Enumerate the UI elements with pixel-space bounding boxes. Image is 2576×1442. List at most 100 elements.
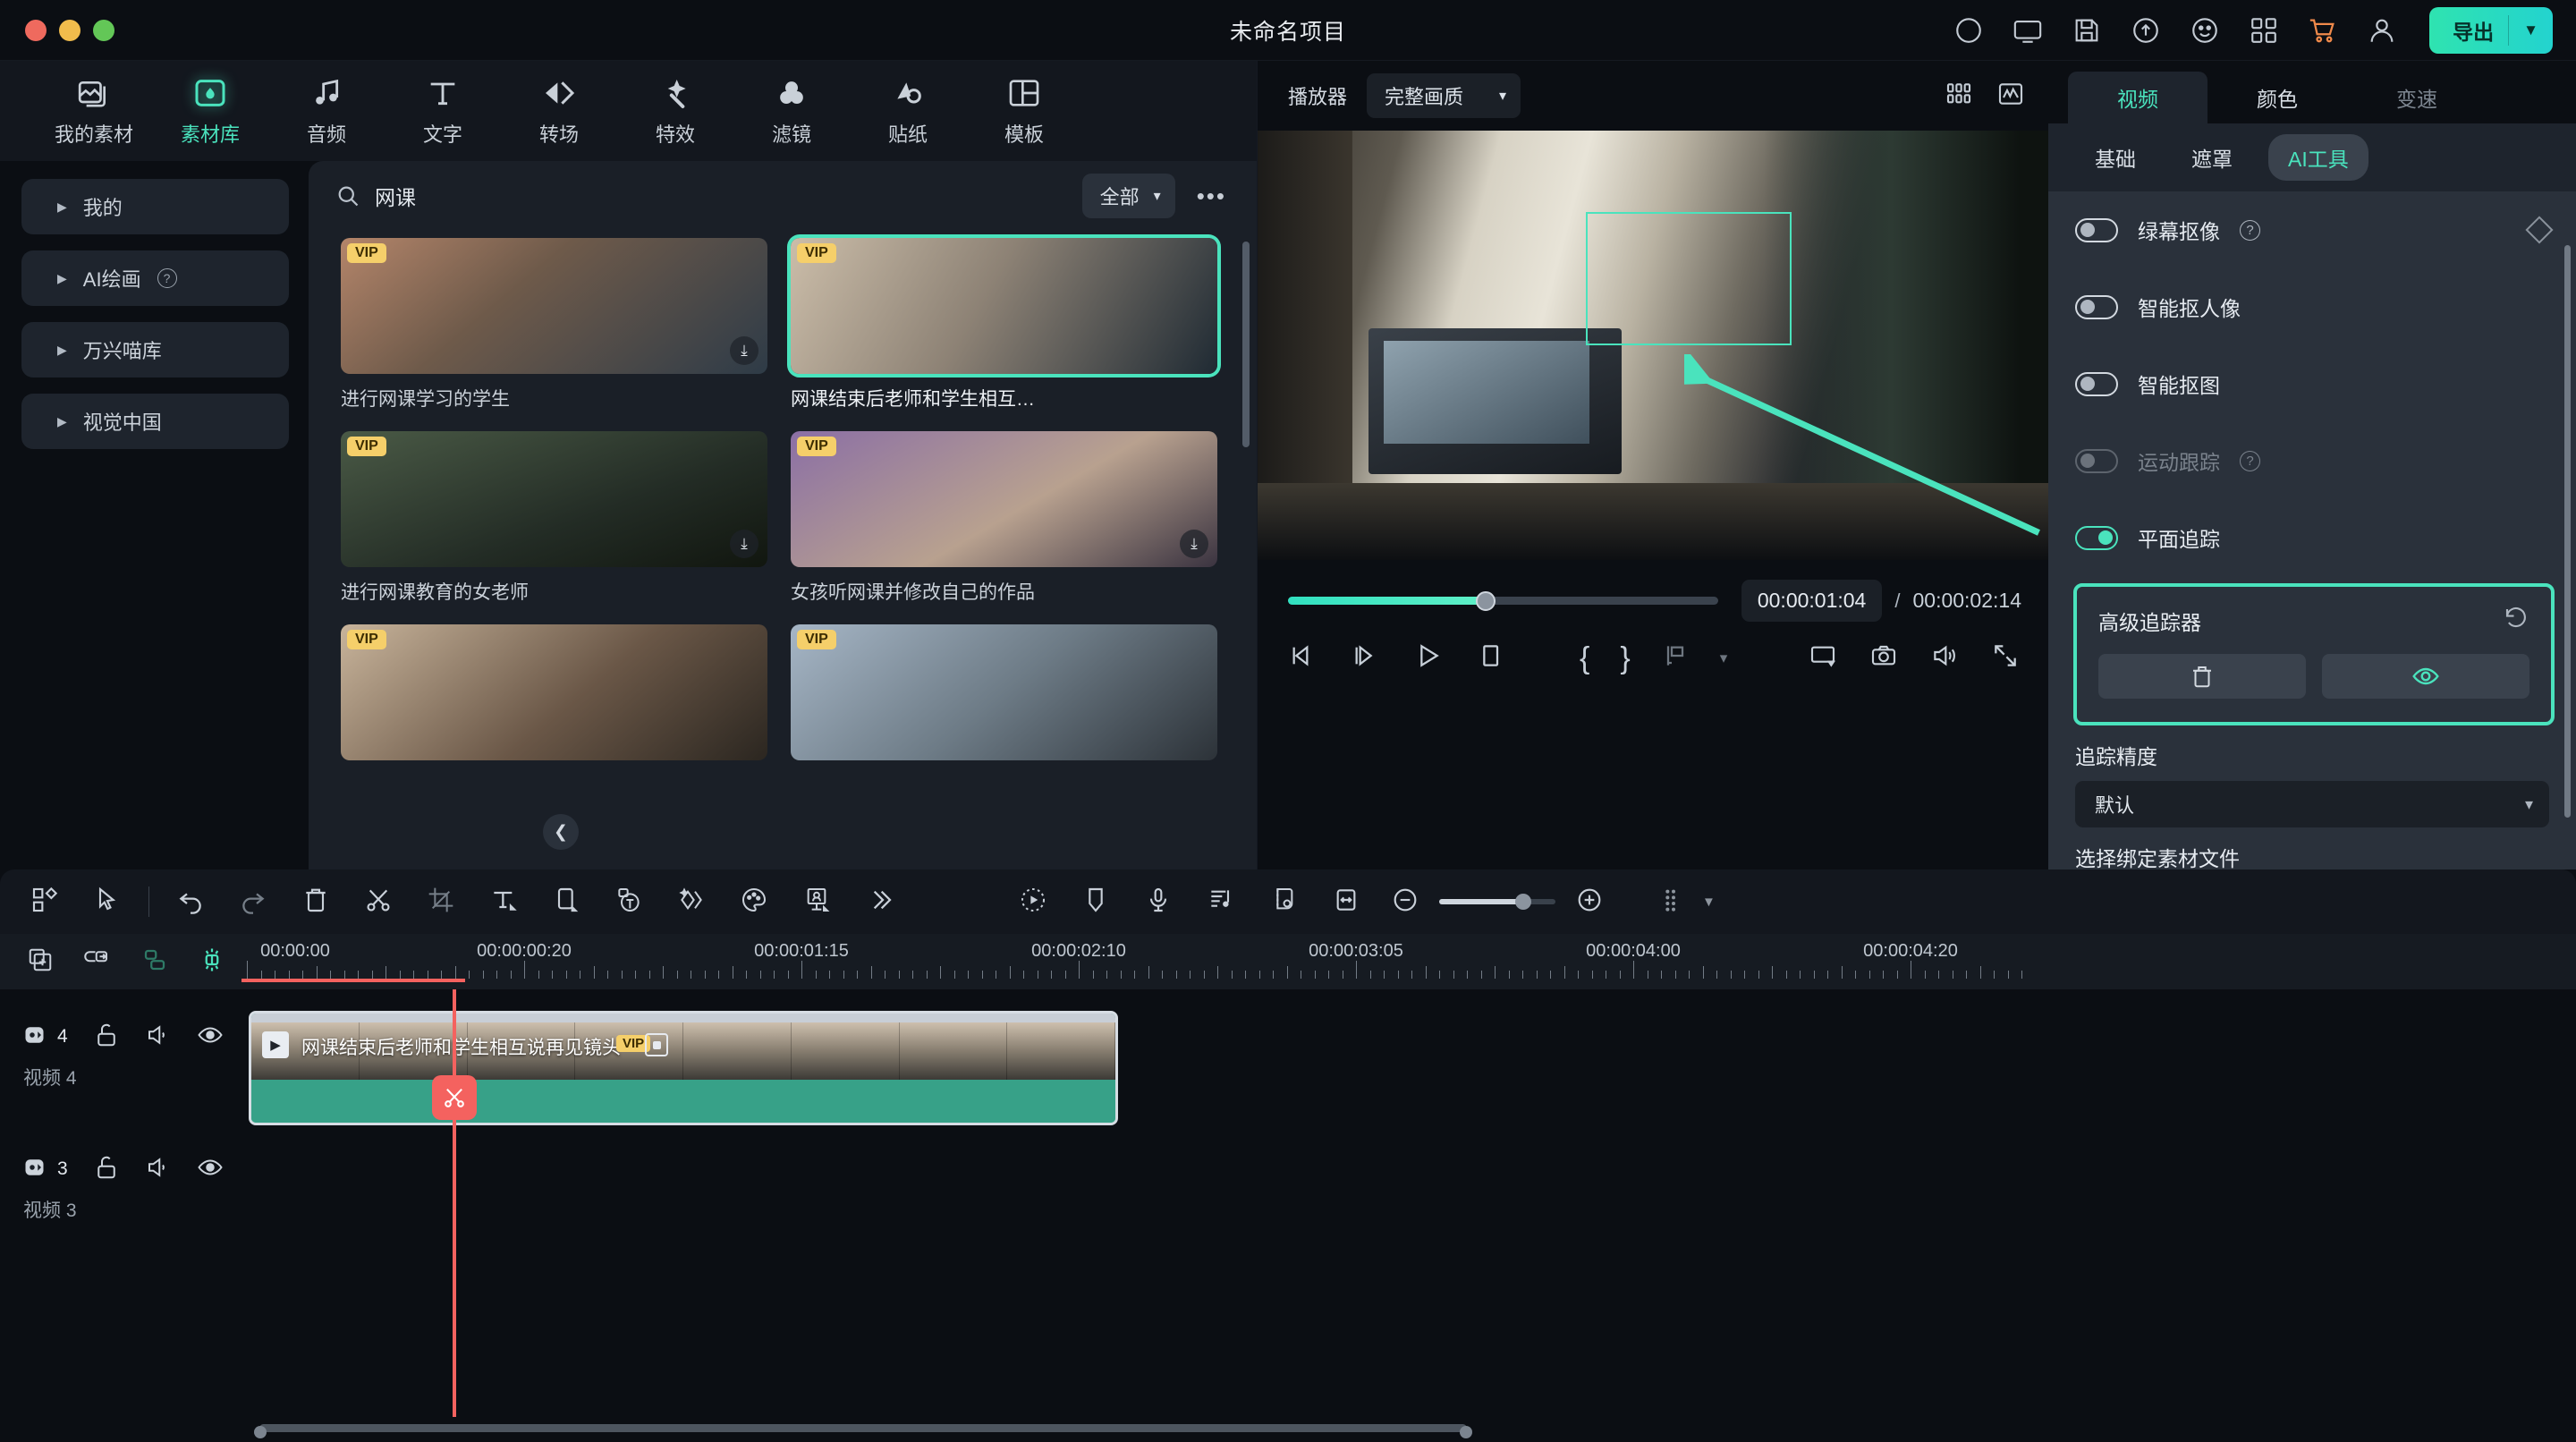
reset-icon[interactable] (2503, 605, 2529, 636)
preview-stage[interactable] (1258, 131, 2048, 560)
media-card-selected[interactable]: VIP 网课结束后老师和学生相互… (791, 238, 1217, 411)
mark-out-icon[interactable]: } (1620, 643, 1630, 674)
record-voice-icon[interactable] (1144, 886, 1173, 919)
eye-icon[interactable] (197, 1022, 224, 1053)
keyframe-icon[interactable] (677, 886, 706, 919)
nav-item-text[interactable]: 文字 (385, 74, 501, 148)
nav-item-sticker[interactable]: 贴纸 (850, 74, 966, 148)
grid-apps-icon[interactable] (2247, 13, 2281, 47)
properties-scrollbar[interactable] (2564, 245, 2571, 818)
seek-knob[interactable] (1476, 590, 1496, 611)
save-icon[interactable] (2070, 13, 2104, 47)
more-icon[interactable] (865, 886, 894, 919)
media-card[interactable]: VIP ⤓ 女孩听网课并修改自己的作品 (791, 431, 1217, 605)
upload-cloud-icon[interactable] (2129, 13, 2163, 47)
mute-icon[interactable] (145, 1022, 172, 1053)
mute-icon[interactable] (145, 1154, 172, 1185)
chevron-down-icon[interactable]: ▾ (1720, 649, 1728, 667)
timeline-ruler[interactable]: 00:00:00 00:00:00:20 00:00:01:15 00:00:0… (242, 934, 2576, 989)
tracking-precision-dropdown[interactable]: 默认 ▾ (2075, 781, 2549, 827)
fit-icon[interactable] (1332, 886, 1360, 919)
nav-item-filter[interactable]: 滤镜 (733, 74, 850, 148)
ai-cutout-toggle[interactable] (2075, 371, 2118, 396)
ai-portrait-toggle[interactable] (2075, 294, 2118, 319)
export-button[interactable]: 导出 ▼ (2429, 6, 2553, 54)
text-tool-icon[interactable] (489, 886, 518, 919)
media-thumbnail[interactable]: VIP ⤓ (341, 238, 767, 374)
add-track-icon[interactable] (27, 946, 54, 978)
mask-icon[interactable] (1269, 886, 1298, 919)
playhead[interactable] (453, 989, 456, 1417)
play-icon[interactable] (1413, 641, 1442, 674)
delete-tracker-button[interactable] (2098, 654, 2306, 699)
media-card[interactable]: VIP (791, 624, 1217, 760)
select-tool-icon[interactable] (93, 886, 122, 919)
volume-icon[interactable] (1930, 641, 1959, 674)
seek-bar[interactable] (1288, 590, 1718, 611)
magnet-icon[interactable] (199, 946, 225, 978)
nav-item-transition[interactable]: 转场 (501, 74, 617, 148)
green-screen-icon[interactable] (802, 886, 831, 919)
link-icon[interactable] (84, 946, 111, 978)
tab-color[interactable]: 颜色 (2207, 72, 2347, 123)
chevron-down-icon[interactable]: ▼ (2509, 21, 2553, 39)
subtab-ai-tools[interactable]: AI工具 (2268, 134, 2368, 181)
layout-icon[interactable] (30, 886, 59, 919)
media-card[interactable]: VIP ⤓ 进行网课学习的学生 (341, 238, 767, 411)
scope-waveform-icon[interactable] (1996, 80, 2025, 113)
minimize-button[interactable] (59, 19, 80, 41)
marker-icon[interactable] (1081, 886, 1110, 919)
nav-item-my-media[interactable]: 我的素材 (36, 74, 152, 148)
scroll-handle-right[interactable] (1460, 1426, 1472, 1438)
media-thumbnail[interactable]: VIP (791, 624, 1217, 760)
mark-in-icon[interactable]: { (1580, 643, 1589, 674)
play-icon[interactable]: ▶ (262, 1031, 289, 1058)
media-thumbnail[interactable]: VIP (791, 238, 1217, 374)
media-thumbnail[interactable]: VIP ⤓ (341, 431, 767, 567)
tab-video[interactable]: 视频 (2068, 72, 2207, 123)
dropdown-icon[interactable]: ▼ (1702, 895, 1716, 910)
crop-marker-icon[interactable] (645, 1033, 668, 1056)
undo-icon[interactable] (176, 886, 205, 919)
download-icon[interactable]: ⤓ (730, 530, 758, 558)
zoom-slider[interactable] (1439, 894, 1555, 910)
record-icon[interactable] (1952, 13, 1986, 47)
tab-speed[interactable]: 变速 (2347, 72, 2487, 123)
group-icon[interactable] (141, 946, 168, 978)
timeline-scrollbar[interactable] (254, 1424, 1472, 1438)
redo-icon[interactable] (239, 886, 267, 919)
library-scrollbar[interactable] (1242, 242, 1250, 447)
ratio-icon[interactable] (552, 886, 580, 919)
snapshot-icon[interactable] (1869, 641, 1898, 674)
help-circle-icon[interactable] (2188, 13, 2222, 47)
nav-item-audio[interactable]: 音频 (268, 74, 385, 148)
toggle-tracker-visibility-button[interactable] (2322, 654, 2529, 699)
keyframe-icon[interactable] (2525, 216, 2554, 244)
nav-item-template[interactable]: 模板 (966, 74, 1082, 148)
collapse-sidebar-button[interactable]: ❮ (543, 814, 579, 850)
planar-tracking-toggle[interactable] (2075, 525, 2118, 550)
download-icon[interactable]: ⤓ (1180, 530, 1208, 558)
zoom-in-icon[interactable] (1575, 886, 1604, 919)
subtab-basic[interactable]: 基础 (2075, 134, 2156, 181)
stop-icon[interactable] (1476, 641, 1504, 674)
media-card[interactable]: VIP (341, 624, 767, 760)
pop-out-icon[interactable] (1809, 641, 1837, 674)
sidebar-item-ai-painting[interactable]: ▶ AI绘画 ? (21, 250, 289, 306)
color-tool-icon[interactable] (740, 886, 768, 919)
lock-icon[interactable] (93, 1154, 120, 1185)
delete-icon[interactable] (301, 886, 330, 919)
crop-icon[interactable] (427, 886, 455, 919)
account-icon[interactable] (2365, 13, 2399, 47)
search-input[interactable] (375, 183, 786, 208)
download-icon[interactable]: ⤓ (730, 336, 758, 365)
split-button[interactable] (432, 1075, 477, 1120)
timeline-lanes[interactable]: ▶ 网课结束后老师和学生相互说再见镜头 VIP (242, 989, 2576, 1417)
cart-icon[interactable] (2306, 13, 2340, 47)
next-frame-icon[interactable] (1351, 641, 1379, 674)
timeline-clip[interactable]: ▶ 网课结束后老师和学生相互说再见镜头 VIP (249, 1011, 1118, 1125)
fullscreen-icon[interactable] (1991, 641, 2020, 674)
green-screen-toggle[interactable] (2075, 217, 2118, 242)
quality-dropdown[interactable]: 完整画质 ▾ (1367, 73, 1521, 118)
maximize-button[interactable] (93, 19, 114, 41)
